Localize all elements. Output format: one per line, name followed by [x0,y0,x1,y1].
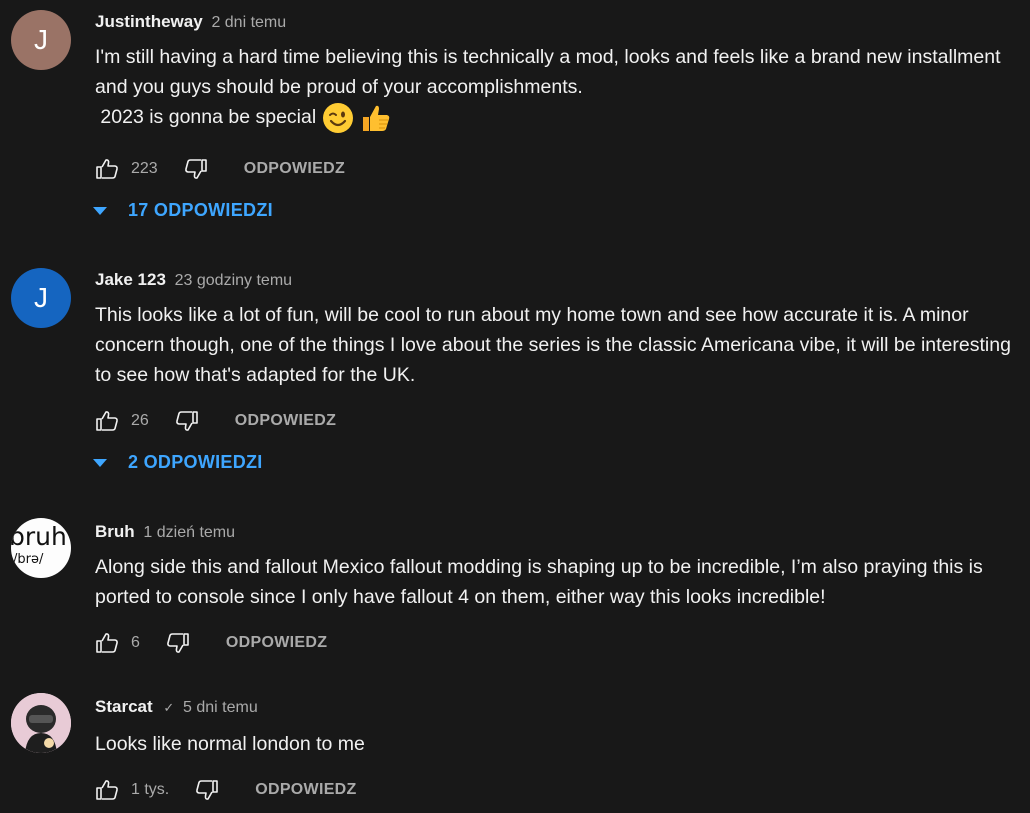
comment-text: Along side this and fallout Mexico fallo… [95,552,1020,612]
comment-line: Along side this and fallout Mexico fallo… [95,556,989,608]
reply-button[interactable]: ODPOWIEDZ [235,412,336,430]
comment-line: This looks like a lot of fun, will be co… [95,304,1017,386]
reply-button[interactable]: ODPOWIEDZ [244,160,345,178]
like-count: 223 [131,160,158,177]
dislike-button[interactable] [195,778,219,802]
comment-actions: 223 ODPOWIEDZ [95,156,345,182]
comment-actions: 26 ODPOWIEDZ [95,408,336,434]
comment-time[interactable]: 5 dni temu [183,699,258,716]
dislike-button[interactable] [175,409,199,433]
author-name[interactable]: Justintheway [95,12,203,31]
like-button[interactable] [95,409,119,433]
replies-count: 17 ODPOWIEDZI [128,200,273,220]
reply-button[interactable]: ODPOWIEDZ [255,781,356,799]
like-count: 26 [131,412,149,429]
comment-text: Looks like normal london to me [95,729,1020,759]
like-button[interactable] [95,631,119,655]
verified-check-icon: ✓ [163,700,175,715]
caret-down-icon [93,206,107,215]
comment-header: Starcat ✓ 5 dni temu [95,697,258,717]
comment-line: 2023 is gonna be special [95,106,317,129]
winking-face-icon [323,103,354,133]
helmet-character-icon [11,693,71,753]
dislike-button[interactable] [166,631,190,655]
comment-text: This looks like a lot of fun, will be co… [95,300,1020,390]
comment-time[interactable]: 2 dni temu [211,14,286,31]
comment-header: Bruh 1 dzień temu [95,522,235,542]
like-button[interactable] [95,157,119,181]
author-name[interactable]: Jake 123 [95,270,166,289]
avatar-word: bruh [11,522,67,551]
thumbs-up-icon [363,105,390,131]
reply-button[interactable]: ODPOWIEDZ [226,634,327,652]
like-button[interactable] [95,778,119,802]
replies-count: 2 ODPOWIEDZI [128,452,263,472]
comment-header: Justintheway 2 dni temu [95,12,286,32]
avatar[interactable] [11,693,71,753]
comment-time[interactable]: 23 godziny temu [175,272,292,289]
comment-time[interactable]: 1 dzień temu [143,524,235,541]
avatar-pronunciation: /brə/ [13,552,44,567]
like-count: 1 tys. [131,781,170,798]
comment-line: I'm still having a hard time believing t… [95,46,1006,98]
dislike-button[interactable] [184,157,208,181]
author-name[interactable]: Starcat [95,697,153,716]
avatar[interactable]: J [11,10,71,70]
like-count: 6 [131,634,140,651]
comment-line: Looks like normal london to me [95,733,365,755]
show-replies-button[interactable]: 17 ODPOWIEDZI [92,200,273,221]
comment-actions: 6 ODPOWIEDZ [95,630,327,656]
avatar[interactable]: J [11,268,71,328]
comment-actions: 1 tys. ODPOWIEDZ [95,777,357,803]
caret-down-icon [93,458,107,467]
comment-header: Jake 123 23 godziny temu [95,270,292,290]
avatar-letter: J [34,24,48,55]
comment-text: I'm still having a hard time believing t… [95,42,1020,134]
show-replies-button[interactable]: 2 ODPOWIEDZI [92,452,263,473]
avatar-letter: J [34,282,48,313]
avatar[interactable]: bruh /brə/ [11,518,71,578]
author-name[interactable]: Bruh [95,522,135,541]
